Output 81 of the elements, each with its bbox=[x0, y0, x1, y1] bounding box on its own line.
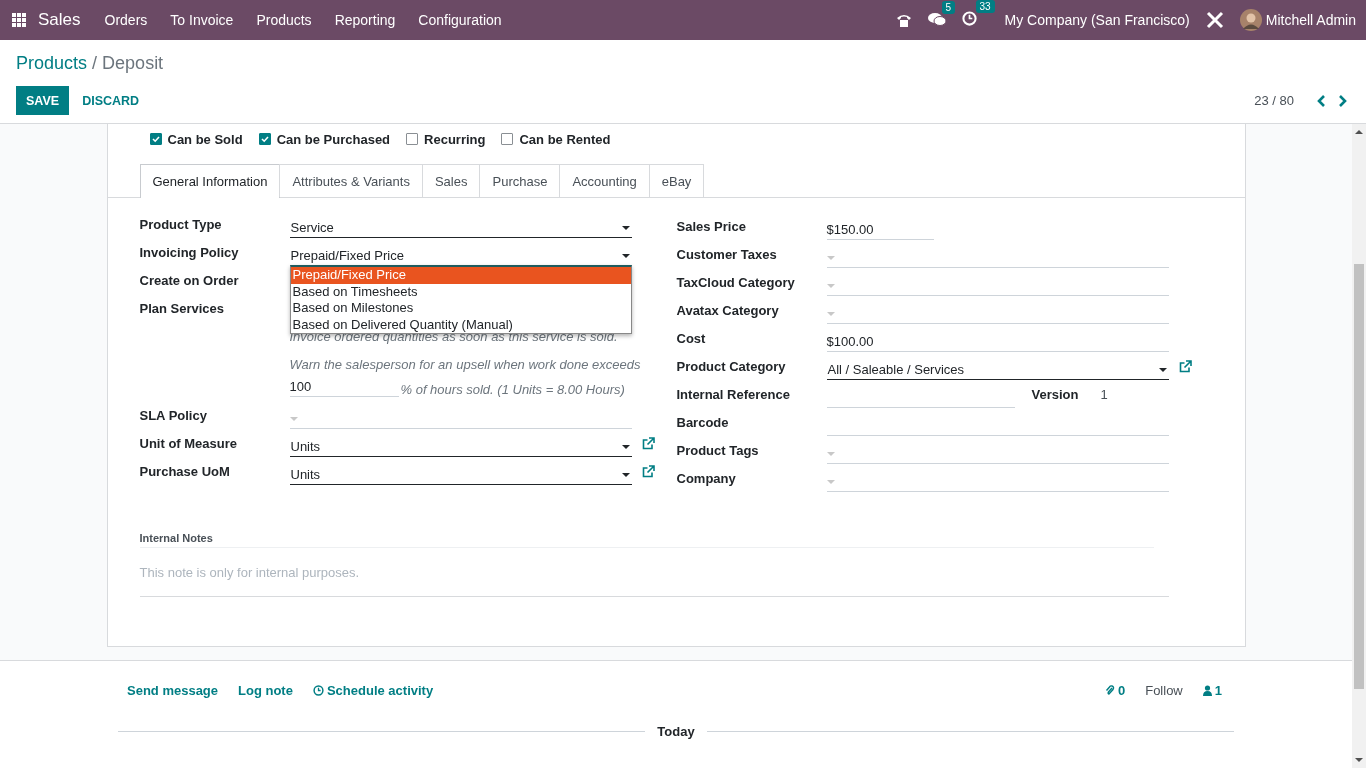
field-label: Avatax Category bbox=[676, 302, 780, 318]
select-field[interactable]: All / Saleable / Services bbox=[826, 360, 1169, 380]
field-label: Company bbox=[676, 470, 737, 486]
price-field[interactable]: $100.00 bbox=[826, 332, 1169, 352]
breadcrumb-current: Deposit bbox=[102, 53, 164, 73]
field-label: TaxCloud Category bbox=[676, 274, 796, 290]
tab[interactable]: Attributes & Variants bbox=[279, 164, 423, 197]
field-label: Internal Reference bbox=[676, 386, 791, 402]
select-field[interactable]: Service bbox=[289, 218, 632, 238]
checkbox[interactable] bbox=[406, 133, 419, 145]
checkbox[interactable] bbox=[149, 133, 162, 145]
checkbox-label: Can be Sold bbox=[167, 131, 243, 147]
dropdown-option[interactable]: Based on Milestones bbox=[290, 300, 631, 317]
external-link-icon[interactable] bbox=[641, 464, 655, 478]
help-text: Warn the salesperson for an upsell when work done exceeds bbox=[289, 357, 641, 372]
clock-icon[interactable] bbox=[961, 11, 977, 26]
select-field[interactable]: Units bbox=[289, 465, 632, 485]
field-label: Sales Price bbox=[676, 218, 747, 234]
checkbox-label: Can be Purchased bbox=[276, 131, 391, 147]
company-switcher[interactable]: My Company (San Francisco) bbox=[1004, 12, 1190, 28]
paperclip-icon bbox=[1104, 684, 1115, 696]
field-label: Customer Taxes bbox=[676, 246, 778, 262]
tab[interactable]: eBay bbox=[648, 164, 705, 197]
field-label: Invoicing Policy bbox=[139, 244, 240, 260]
external-link-icon[interactable] bbox=[1178, 359, 1192, 373]
chatter-action[interactable]: Schedule activity bbox=[312, 682, 434, 698]
checkbox-label: Can be Rented bbox=[519, 131, 611, 147]
next-icon[interactable] bbox=[1338, 93, 1348, 108]
menu-item[interactable]: Reporting bbox=[334, 12, 396, 28]
price-field[interactable]: $150.00 bbox=[826, 220, 934, 240]
save-button[interactable]: SAVE bbox=[16, 86, 70, 115]
chatter-action[interactable]: Send message bbox=[127, 682, 219, 698]
clock-icon bbox=[312, 684, 324, 696]
followers-button[interactable]: 1 bbox=[1202, 682, 1222, 698]
field-label: Barcode bbox=[676, 414, 730, 430]
field-label: Product Type bbox=[139, 216, 223, 232]
dropdown-option[interactable]: Prepaid/Fixed Price bbox=[290, 267, 631, 284]
checkbox-label: Recurring bbox=[424, 131, 486, 147]
app-grid-icon[interactable] bbox=[12, 13, 26, 27]
scrollbar[interactable] bbox=[1352, 124, 1366, 768]
field-label: Create on Order bbox=[139, 272, 240, 288]
field-label: Cost bbox=[676, 330, 707, 346]
user-name[interactable]: Mitchell Admin bbox=[1265, 12, 1356, 28]
tab[interactable]: General Information bbox=[139, 164, 281, 198]
field-label: Purchase UoM bbox=[139, 463, 231, 479]
chat-icon[interactable] bbox=[927, 11, 946, 26]
user-avatar[interactable] bbox=[1239, 9, 1262, 31]
breadcrumb-link[interactable]: Products bbox=[16, 53, 88, 73]
select-field[interactable]: Units bbox=[289, 437, 632, 457]
menu-item[interactable]: To Invoice bbox=[170, 12, 234, 28]
message-count-badge: 5 bbox=[941, 0, 956, 14]
field-label: Unit of Measure bbox=[139, 435, 238, 451]
previous-icon[interactable] bbox=[1316, 93, 1326, 108]
checkbox[interactable] bbox=[501, 133, 514, 145]
date-separator: Today bbox=[657, 723, 695, 739]
activity-count-badge: 33 bbox=[975, 0, 995, 13]
field-label: Product Tags bbox=[676, 442, 760, 458]
menu-item[interactable]: Orders bbox=[104, 12, 148, 28]
field-label: Plan Services bbox=[139, 300, 226, 316]
app-name[interactable]: Sales bbox=[38, 10, 81, 30]
version-value: 1 bbox=[1100, 386, 1108, 402]
attachments-button[interactable]: 0 bbox=[1104, 682, 1126, 698]
phone-icon[interactable] bbox=[895, 12, 912, 28]
checkbox[interactable] bbox=[258, 133, 271, 145]
upsell-threshold-field[interactable]: 100 bbox=[289, 376, 399, 397]
menu-item[interactable]: Configuration bbox=[418, 12, 502, 28]
chatter-action[interactable]: Log note bbox=[238, 682, 293, 698]
section-title: Internal Notes bbox=[139, 532, 1154, 548]
dropdown-option[interactable]: Based on Delivered Quantity (Manual) bbox=[290, 316, 631, 333]
field-label: SLA Policy bbox=[139, 407, 208, 423]
unit-hint: % of hours sold. (1 Units = 8.00 Hours) bbox=[400, 382, 625, 397]
field-label: Product Category bbox=[676, 358, 787, 374]
dropdown-option[interactable]: Based on Timesheets bbox=[290, 283, 631, 300]
external-link-icon[interactable] bbox=[641, 436, 655, 450]
pager-counter: 23 / 80 bbox=[1254, 93, 1294, 108]
menu-item[interactable]: Products bbox=[256, 12, 312, 28]
breadcrumb-separator: / bbox=[92, 53, 98, 73]
person-icon bbox=[1202, 684, 1212, 696]
field-label: Version bbox=[1031, 386, 1080, 402]
discard-button[interactable]: DISCARD bbox=[69, 93, 153, 108]
follow-button[interactable]: Follow bbox=[1145, 682, 1183, 698]
